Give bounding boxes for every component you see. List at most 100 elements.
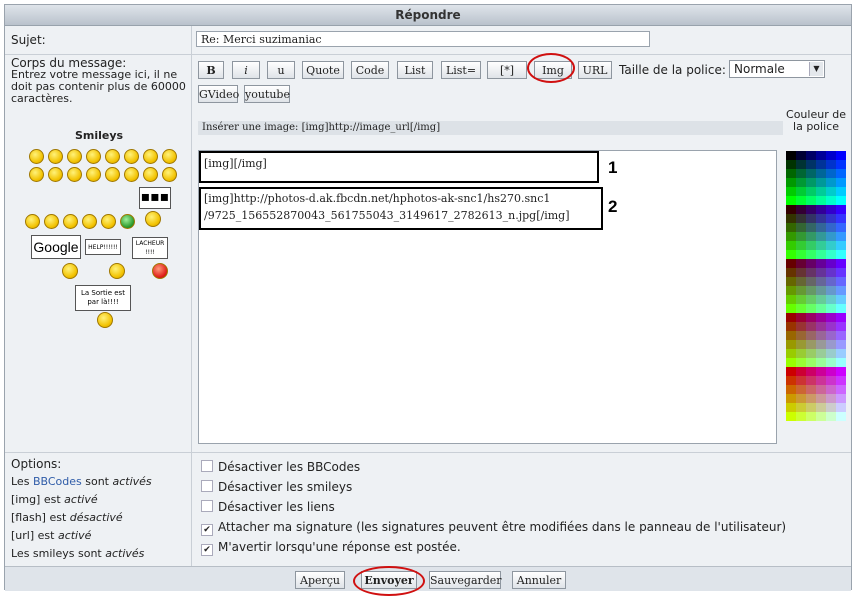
color-swatch[interactable] [826,277,836,286]
color-swatch[interactable] [806,340,816,349]
color-swatch[interactable] [816,340,826,349]
color-swatch[interactable] [786,160,796,169]
smiley-with-sign-2[interactable] [109,263,125,279]
list-item-button[interactable]: [*] [487,61,527,79]
color-swatch[interactable] [836,178,846,187]
subject-input[interactable]: Re: Merci suzimaniac [196,31,650,47]
smiley-icon[interactable] [86,167,101,182]
color-swatch[interactable] [826,412,836,421]
checkbox[interactable]: ✔ [201,524,213,536]
smiley-icon[interactable] [67,149,82,164]
color-swatch[interactable] [786,358,796,367]
color-swatch[interactable] [826,367,836,376]
color-swatch[interactable] [796,178,806,187]
color-swatch[interactable] [816,286,826,295]
color-swatch[interactable] [806,394,816,403]
color-swatch[interactable] [816,403,826,412]
save-button[interactable]: Sauvegarder [429,571,502,589]
color-swatch[interactable] [796,241,806,250]
color-swatch[interactable] [806,268,816,277]
color-swatch[interactable] [826,178,836,187]
color-swatch[interactable] [816,349,826,358]
color-swatch[interactable] [816,196,826,205]
color-swatch[interactable] [786,196,796,205]
checkbox[interactable]: ✔ [201,544,213,556]
smiley-icon[interactable] [124,149,139,164]
color-swatch[interactable] [836,286,846,295]
color-swatch[interactable] [786,241,796,250]
color-swatch[interactable] [826,268,836,277]
color-swatch[interactable] [826,349,836,358]
color-swatch[interactable] [836,358,846,367]
checkbox[interactable] [201,500,213,512]
color-swatch[interactable] [796,187,806,196]
color-swatch[interactable] [816,358,826,367]
color-swatch[interactable] [816,322,826,331]
color-swatch[interactable] [836,367,846,376]
color-swatch[interactable] [836,241,846,250]
checkbox[interactable] [201,460,213,472]
color-swatch[interactable] [796,385,806,394]
color-swatch[interactable] [796,376,806,385]
code-button[interactable]: Code [351,61,389,79]
color-swatch[interactable] [786,367,796,376]
color-swatch[interactable] [786,403,796,412]
gvideo-button[interactable]: GVideo [198,85,239,103]
smiley-sign-dots[interactable]: ▪▪▪ [139,187,171,209]
color-swatch[interactable] [836,313,846,322]
color-swatch[interactable] [796,394,806,403]
color-swatch[interactable] [816,259,826,268]
color-swatch[interactable] [796,412,806,421]
color-swatch[interactable] [816,214,826,223]
color-swatch[interactable] [796,358,806,367]
color-swatch[interactable] [816,304,826,313]
preview-button[interactable]: Aperçu [295,571,345,589]
color-swatch[interactable] [816,295,826,304]
bbcodes-link[interactable]: BBCodes [33,475,82,488]
smiley-icon[interactable] [48,167,63,182]
color-swatch[interactable] [796,403,806,412]
color-swatch[interactable] [826,214,836,223]
smiley-icon[interactable] [29,149,44,164]
color-swatch[interactable] [806,376,816,385]
color-swatch[interactable] [816,151,826,160]
option-checkbox-row[interactable]: Désactiver les smileys [201,480,352,494]
color-swatch[interactable] [836,205,846,214]
color-swatch[interactable] [836,214,846,223]
color-swatch[interactable] [826,358,836,367]
chevron-down-icon[interactable]: ▼ [809,62,823,76]
smiley-sign-google[interactable]: Google [31,235,81,259]
smiley-icon[interactable] [105,167,120,182]
color-swatch[interactable] [836,250,846,259]
color-swatch[interactable] [786,151,796,160]
url-button[interactable]: URL [578,61,612,79]
color-swatch[interactable] [836,295,846,304]
color-swatch[interactable] [786,169,796,178]
color-swatch[interactable] [806,250,816,259]
color-swatch[interactable] [786,232,796,241]
smiley-icon[interactable] [124,167,139,182]
color-swatch[interactable] [836,232,846,241]
smiley-icon[interactable] [44,214,59,229]
checkbox[interactable] [201,480,213,492]
color-swatch[interactable] [826,160,836,169]
color-swatch[interactable] [786,277,796,286]
color-swatch[interactable] [806,160,816,169]
color-swatch[interactable] [816,277,826,286]
color-swatch[interactable] [826,322,836,331]
color-swatch[interactable] [786,376,796,385]
bold-button[interactable]: B [198,61,224,79]
color-swatch[interactable] [836,322,846,331]
color-swatch[interactable] [806,331,816,340]
color-swatch[interactable] [836,376,846,385]
color-swatch[interactable] [786,214,796,223]
color-swatch[interactable] [806,151,816,160]
italic-button[interactable]: i [232,61,260,79]
color-swatch[interactable] [826,403,836,412]
color-swatch[interactable] [796,214,806,223]
list-button[interactable]: List [397,61,433,79]
color-swatch[interactable] [816,268,826,277]
color-swatch[interactable] [826,259,836,268]
smiley-sign-sortie[interactable]: La Sortie est par là!!!! [75,285,131,311]
color-swatch[interactable] [806,187,816,196]
